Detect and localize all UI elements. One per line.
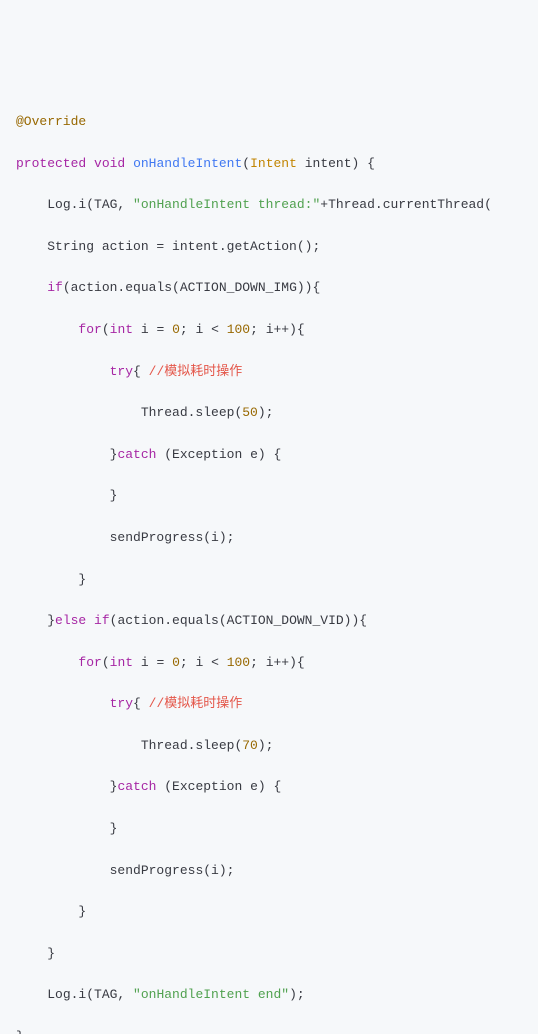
code-line: }catch (Exception e) {: [16, 777, 538, 798]
param: intent: [305, 156, 352, 171]
plain: [297, 156, 305, 171]
plain: }: [47, 946, 55, 961]
code-line: }: [16, 486, 538, 507]
kw-for: for: [78, 655, 101, 670]
code-line: try{ //模拟耗时操作: [16, 362, 538, 383]
code-line: }: [16, 902, 538, 923]
comment: //模拟耗时操作: [149, 364, 243, 379]
plain: String action = intent.getAction();: [47, 239, 320, 254]
kw-catch: catch: [117, 447, 156, 462]
plain: sendProgress(i);: [110, 530, 235, 545]
code-block: @Override protected void onHandleIntent(…: [16, 91, 538, 1034]
code-line: }catch (Exception e) {: [16, 445, 538, 466]
code-line: @Override: [16, 112, 538, 133]
plain: (action.equals(ACTION_DOWN_IMG)){: [63, 280, 320, 295]
plain: Log.i(TAG,: [47, 197, 133, 212]
plain: ; i++){: [250, 322, 305, 337]
string: "onHandleIntent thread:": [133, 197, 320, 212]
plain: (Exception e) {: [156, 779, 281, 794]
plain: ; i++){: [250, 655, 305, 670]
plain: i =: [133, 655, 172, 670]
code-line: Log.i(TAG, "onHandleIntent end");: [16, 985, 538, 1006]
plain: Thread.sleep(: [141, 738, 242, 753]
num: 100: [227, 655, 250, 670]
code-line: }: [16, 570, 538, 591]
plain: i =: [133, 322, 172, 337]
plain: ; i <: [180, 655, 227, 670]
plain: }: [47, 613, 55, 628]
plain: (: [102, 322, 110, 337]
plain: (Exception e) {: [156, 447, 281, 462]
plain: Thread.sleep(: [141, 405, 242, 420]
code-line: sendProgress(i);: [16, 861, 538, 882]
plain: (: [102, 655, 110, 670]
plain: );: [258, 738, 274, 753]
num: 100: [227, 322, 250, 337]
code-line: }else if(action.equals(ACTION_DOWN_VID))…: [16, 611, 538, 632]
plain: }: [16, 1029, 24, 1034]
code-line: }: [16, 944, 538, 965]
code-line: protected void onHandleIntent(Intent int…: [16, 154, 538, 175]
kw-try: try: [110, 364, 133, 379]
plain: ; i <: [180, 322, 227, 337]
plain: }: [78, 572, 86, 587]
code-line: try{ //模拟耗时操作: [16, 694, 538, 715]
plain: }: [110, 779, 118, 794]
plain: );: [289, 987, 305, 1002]
comment: //模拟耗时操作: [149, 696, 243, 711]
plain: (: [242, 156, 250, 171]
plain: ) {: [352, 156, 375, 171]
kw-catch: catch: [117, 779, 156, 794]
plain: +Thread.currentThread(: [320, 197, 492, 212]
code-line: Thread.sleep(50);: [16, 403, 538, 424]
code-line: sendProgress(i);: [16, 528, 538, 549]
code-line: String action = intent.getAction();: [16, 237, 538, 258]
plain: {: [133, 696, 149, 711]
code-line: }: [16, 819, 538, 840]
kw-try: try: [110, 696, 133, 711]
plain: (action.equals(ACTION_DOWN_VID)){: [110, 613, 367, 628]
kw-int: int: [110, 322, 133, 337]
code-line: if(action.equals(ACTION_DOWN_IMG)){: [16, 278, 538, 299]
plain: {: [133, 364, 149, 379]
plain: }: [110, 821, 118, 836]
plain: sendProgress(i);: [110, 863, 235, 878]
kw-protected: protected: [16, 156, 86, 171]
num: 70: [242, 738, 258, 753]
num: 0: [172, 322, 180, 337]
annotation: @Override: [16, 114, 86, 129]
kw-else-if: else if: [55, 613, 110, 628]
code-line: for(int i = 0; i < 100; i++){: [16, 653, 538, 674]
code-line: Log.i(TAG, "onHandleIntent thread:"+Thre…: [16, 195, 538, 216]
kw-void: void: [94, 156, 125, 171]
plain: }: [110, 488, 118, 503]
fn-onHandleIntent: onHandleIntent: [133, 156, 242, 171]
plain: }: [78, 904, 86, 919]
num: 50: [242, 405, 258, 420]
plain: Log.i(TAG,: [47, 987, 133, 1002]
kw-if: if: [47, 280, 63, 295]
plain: );: [258, 405, 274, 420]
type-intent: Intent: [250, 156, 297, 171]
code-line: for(int i = 0; i < 100; i++){: [16, 320, 538, 341]
kw-int: int: [110, 655, 133, 670]
code-line: }: [16, 1027, 538, 1034]
code-line: Thread.sleep(70);: [16, 736, 538, 757]
kw-for: for: [78, 322, 101, 337]
string: "onHandleIntent end": [133, 987, 289, 1002]
num: 0: [172, 655, 180, 670]
